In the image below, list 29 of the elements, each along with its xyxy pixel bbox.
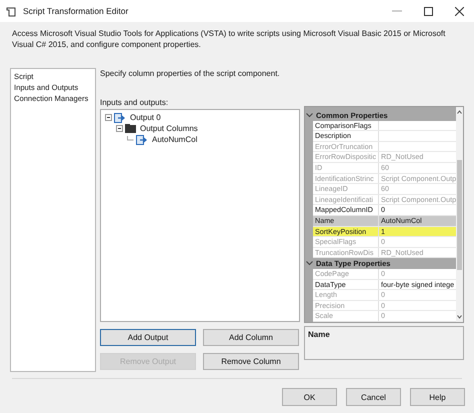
dialog-description: Access Microsoft Visual Studio Tools for Applications (VSTA) to write scripts using Microsoft Visual Basic 2015 or Microsoft Visual C# 2015, and configure component properties.: [12, 28, 446, 51]
collapse-icon[interactable]: [105, 114, 112, 121]
maximize-icon[interactable]: [424, 6, 433, 16]
tree-node[interactable]: Output 0: [130, 113, 161, 122]
page-caption: Specify column properties of the script component.: [100, 68, 281, 79]
tree-action-button[interactable]: Add Column: [203, 329, 299, 346]
tree-label: Inputs and outputs:: [100, 97, 170, 108]
script-icon: [6, 6, 17, 16]
output-arrow-icon: [114, 112, 126, 122]
collapse-chevron-icon[interactable]: [306, 261, 313, 266]
tree-node[interactable]: Output Columns: [140, 124, 198, 133]
scrollbar[interactable]: [456, 107, 463, 322]
dialog-button[interactable]: OK: [282, 388, 337, 406]
property-help-title: Name: [308, 330, 330, 339]
collapse-icon[interactable]: [116, 125, 123, 132]
folder-icon: [125, 124, 136, 133]
close-icon[interactable]: [455, 6, 464, 16]
scroll-up-icon[interactable]: [457, 110, 462, 114]
dialog-button[interactable]: Help: [410, 388, 465, 406]
collapse-chevron-icon[interactable]: [306, 112, 313, 118]
tree-line-icon: [127, 136, 134, 143]
dialog-button[interactable]: Cancel: [346, 388, 401, 406]
tree-node[interactable]: AutoNumCol: [152, 135, 198, 144]
output-arrow-icon: [136, 134, 148, 144]
tree-action-button[interactable]: Add Output: [100, 329, 196, 346]
scroll-thumb[interactable]: [457, 160, 462, 270]
window-title: Script Transformation Editor: [23, 6, 128, 16]
scroll-down-icon[interactable]: [457, 315, 462, 319]
tree-action-button[interactable]: Remove Column: [203, 353, 299, 370]
